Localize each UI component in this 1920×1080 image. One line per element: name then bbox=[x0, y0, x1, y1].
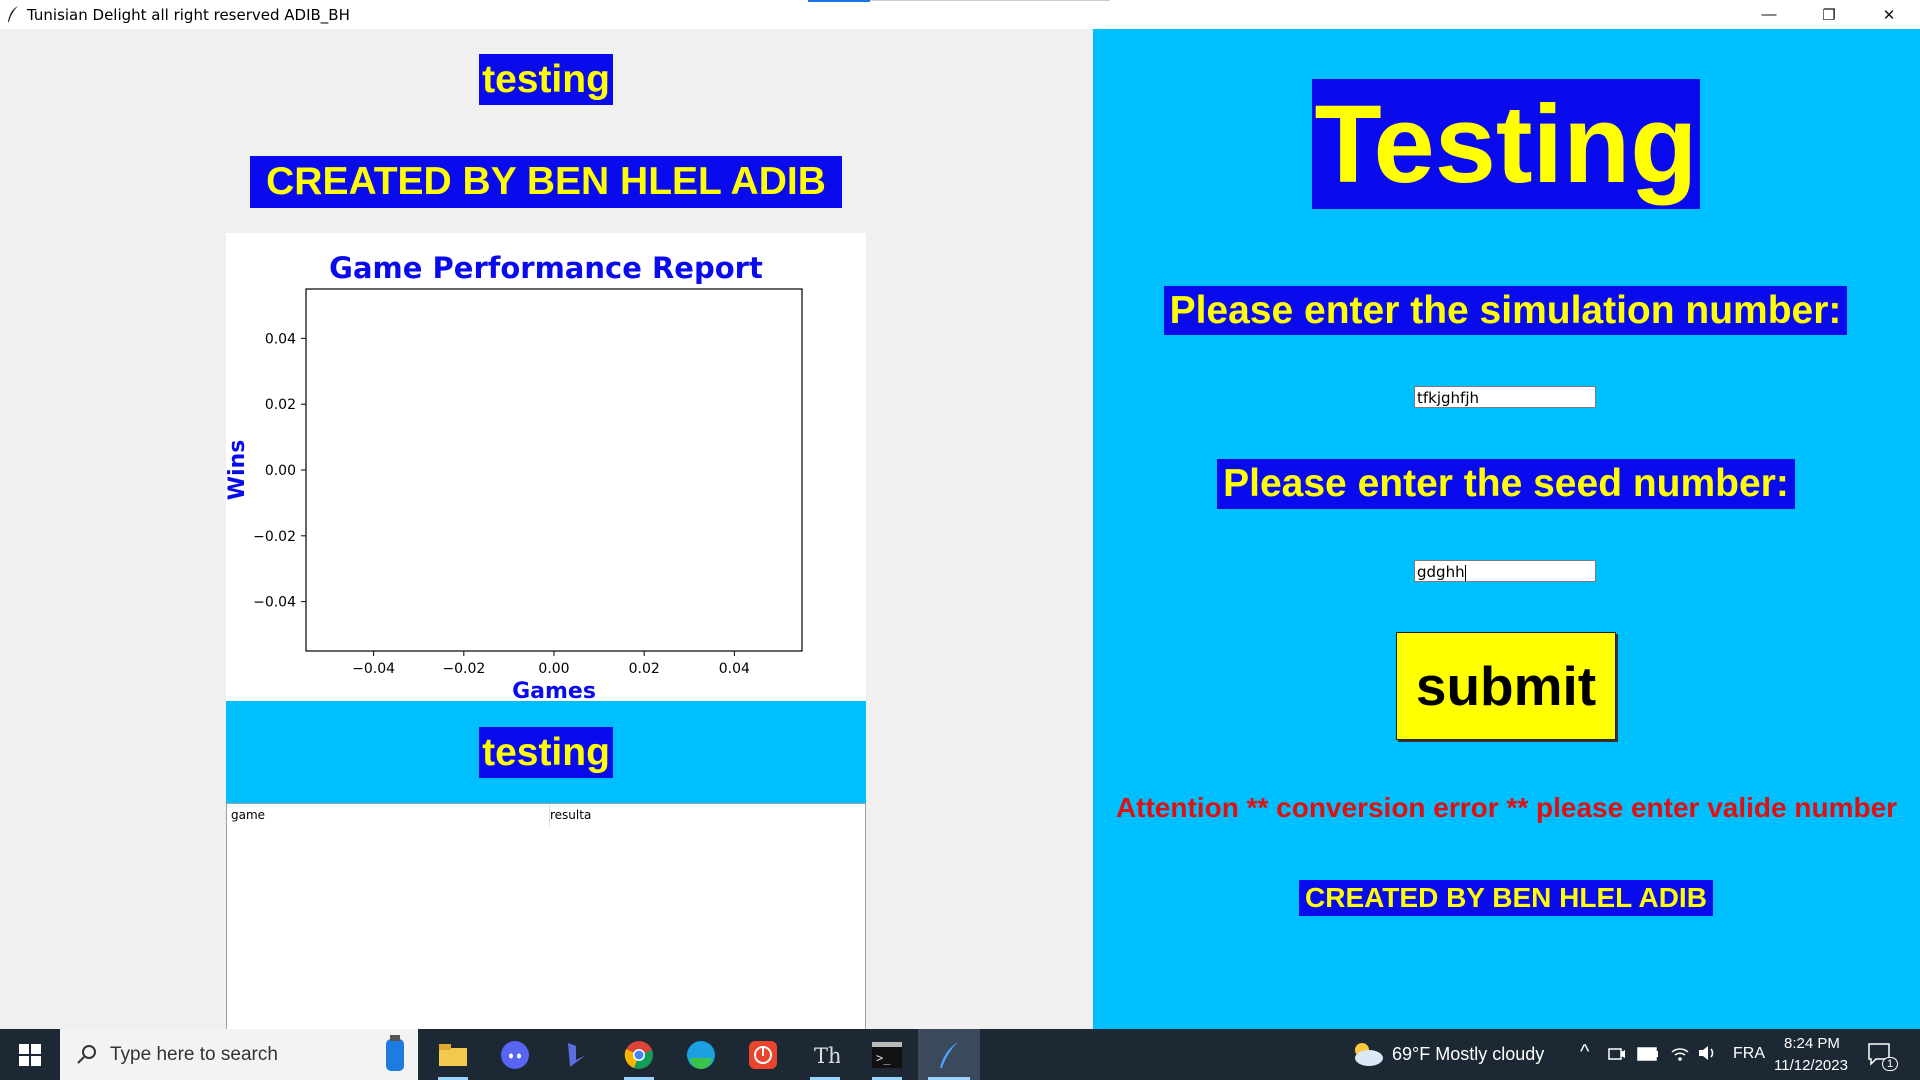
x-tick-label: 0.00 bbox=[538, 661, 569, 677]
x-tick-label: −0.04 bbox=[352, 661, 395, 677]
weather-text[interactable]: 69°F Mostly cloudy bbox=[1392, 1044, 1544, 1065]
seed-value: gdghh bbox=[1417, 563, 1465, 581]
minimize-button[interactable]: — bbox=[1740, 0, 1798, 29]
discord-icon[interactable] bbox=[490, 1029, 540, 1080]
y-tick-label: 0.04 bbox=[265, 331, 296, 347]
y-tick-label: −0.02 bbox=[253, 529, 296, 545]
windows-icon bbox=[19, 1043, 41, 1066]
notification-count: 1 bbox=[1882, 1057, 1899, 1071]
y-axis-label: Wins bbox=[226, 440, 250, 501]
chrome-icon[interactable] bbox=[614, 1029, 664, 1080]
restore-button[interactable]: ❐ bbox=[1800, 0, 1858, 29]
edge-icon[interactable] bbox=[676, 1029, 726, 1080]
results-table[interactable]: game resulta bbox=[226, 803, 866, 1031]
terminal-icon[interactable]: >_ bbox=[862, 1029, 912, 1080]
plot-frame bbox=[305, 288, 803, 652]
clock-date[interactable]: 11/12/2023 bbox=[1774, 1057, 1848, 1074]
column-header-resulta[interactable]: resulta bbox=[546, 804, 850, 826]
creator-label: CREATED BY BEN HLEL ADIB bbox=[250, 156, 842, 208]
search-icon bbox=[77, 1045, 96, 1064]
chevron-up-icon[interactable]: ^ bbox=[1580, 1041, 1589, 1064]
text-cursor bbox=[1464, 564, 1466, 581]
x-tick-label: −0.02 bbox=[442, 661, 485, 677]
strip-testing-label: testing bbox=[479, 727, 613, 778]
y-tick-label: −0.04 bbox=[253, 595, 296, 611]
close-button[interactable]: ✕ bbox=[1860, 0, 1918, 29]
language-indicator[interactable]: FRA bbox=[1733, 1045, 1765, 1063]
search-placeholder: Type here to search bbox=[110, 1043, 278, 1065]
power-app-icon[interactable] bbox=[738, 1029, 788, 1080]
main-title: Testing bbox=[1312, 79, 1700, 209]
top-testing-label: testing bbox=[479, 54, 613, 105]
chart-canvas: −0.04 −0.02 0.00 0.02 0.04 0.04 0.02 0.00 −0.02 −… bbox=[226, 288, 803, 701]
tab-indicator bbox=[808, 0, 870, 2]
column-header-game[interactable]: game bbox=[227, 804, 550, 826]
bing-icon[interactable] bbox=[552, 1029, 602, 1080]
simulation-number-input[interactable]: tfkjghfjh bbox=[1414, 386, 1596, 408]
tk-feather-icon[interactable] bbox=[918, 1029, 980, 1080]
tab-indicator-track bbox=[870, 0, 1110, 1]
search-highlight-icon bbox=[386, 1035, 404, 1071]
feather-app-icon bbox=[8, 6, 18, 22]
taskbar: Type here to search Th >_ 69°F Mostly cl… bbox=[0, 1029, 1920, 1080]
chart-panel: Game Performance Report −0.04 −0.02 0.00 0.… bbox=[226, 233, 866, 701]
seed-prompt: Please enter the seed number: bbox=[1217, 459, 1795, 509]
error-message: Attention ** conversion error ** please … bbox=[1115, 792, 1898, 823]
simulation-prompt: Please enter the simulation number: bbox=[1164, 286, 1847, 335]
seed-number-input[interactable]: gdghh bbox=[1414, 560, 1596, 582]
thonny-icon[interactable]: Th bbox=[800, 1029, 850, 1080]
taskbar-search-box[interactable]: Type here to search bbox=[60, 1029, 418, 1080]
y-tick-label: 0.02 bbox=[265, 397, 296, 413]
title-bar: Tunisian Delight all right reserved ADIB… bbox=[0, 0, 1920, 29]
battery-icon[interactable] bbox=[1637, 1047, 1659, 1061]
file-explorer-icon[interactable] bbox=[428, 1029, 478, 1080]
volume-icon[interactable] bbox=[1697, 1044, 1717, 1062]
x-tick-label: 0.02 bbox=[629, 661, 660, 677]
weather-cloud-icon bbox=[1355, 1043, 1383, 1066]
camera-icon[interactable] bbox=[1608, 1045, 1626, 1063]
wifi-icon[interactable] bbox=[1670, 1044, 1690, 1062]
x-axis-label: Games bbox=[512, 679, 596, 701]
clock-time[interactable]: 8:24 PM bbox=[1784, 1035, 1840, 1052]
submit-button[interactable]: submit bbox=[1396, 632, 1616, 740]
window-title: Tunisian Delight all right reserved ADIB… bbox=[27, 6, 350, 24]
right-creator-label: CREATED BY BEN HLEL ADIB bbox=[1299, 880, 1713, 916]
start-button[interactable] bbox=[0, 1029, 60, 1080]
y-tick-label: 0.00 bbox=[265, 463, 296, 479]
svg-text:Th: Th bbox=[814, 1044, 840, 1068]
x-tick-label: 0.04 bbox=[719, 661, 750, 677]
svg-text:>_: >_ bbox=[876, 1051, 891, 1065]
